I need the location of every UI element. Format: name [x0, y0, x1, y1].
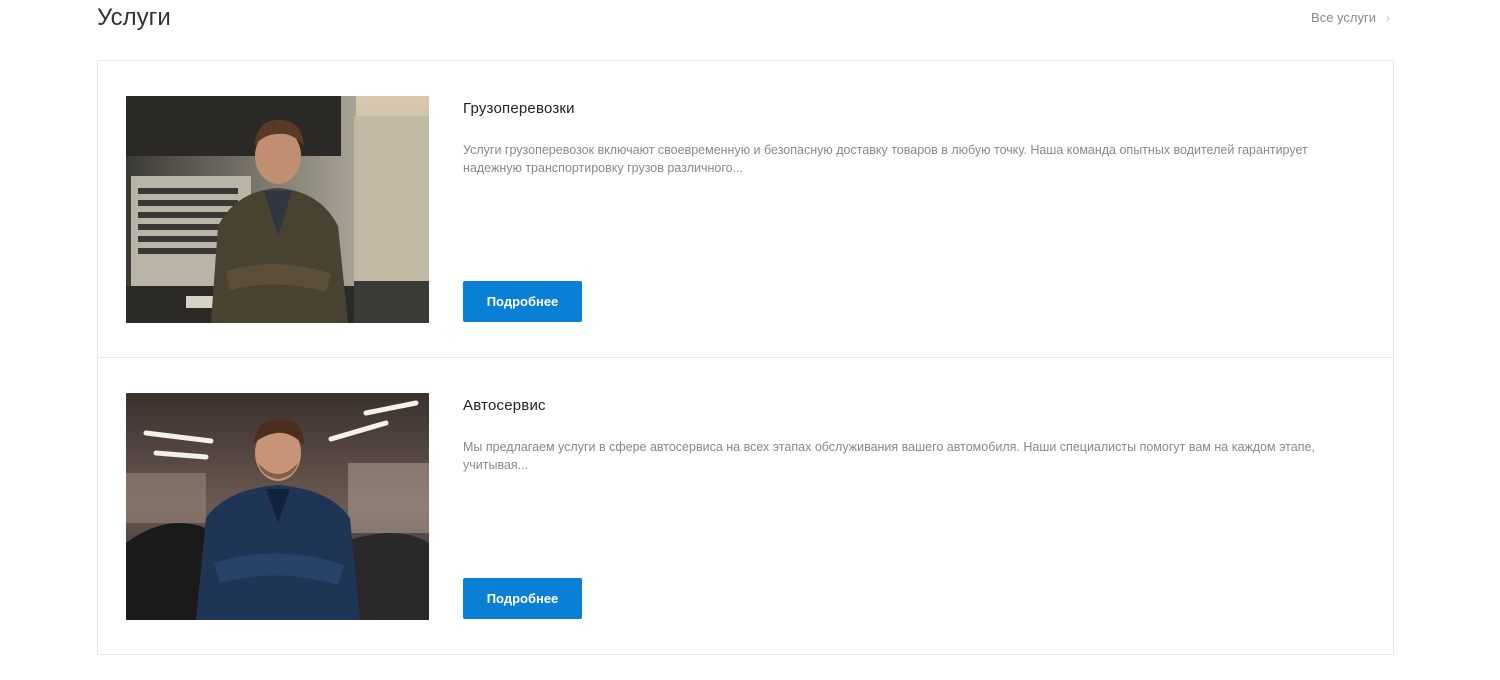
chevron-right-icon: ›: [1386, 11, 1390, 25]
service-card-autoservice: Автосервис Мы предлагаем услуги в сфере …: [98, 358, 1393, 655]
details-button[interactable]: Подробнее: [463, 281, 582, 322]
services-section: Услуги Все услуги › Грузоперевозки Услуг…: [0, 0, 1500, 680]
service-card-cargo: Грузоперевозки Услуги грузоперевозок вкл…: [98, 61, 1393, 358]
mechanic-photo[interactable]: [126, 393, 429, 620]
details-button[interactable]: Подробнее: [463, 578, 582, 619]
service-description: Мы предлагаем услуги в сфере автосервиса…: [463, 440, 1315, 472]
truck-driver-photo[interactable]: [126, 96, 429, 323]
service-description: Услуги грузоперевозок включают своевреме…: [463, 143, 1308, 175]
section-title: Услуги: [97, 4, 171, 31]
services-list: Грузоперевозки Услуги грузоперевозок вкл…: [97, 60, 1394, 655]
all-services-link[interactable]: Все услуги ›: [1311, 9, 1390, 27]
service-title[interactable]: Грузоперевозки: [463, 99, 575, 119]
all-services-label: Все услуги: [1311, 10, 1376, 25]
service-title[interactable]: Автосервис: [463, 396, 546, 416]
